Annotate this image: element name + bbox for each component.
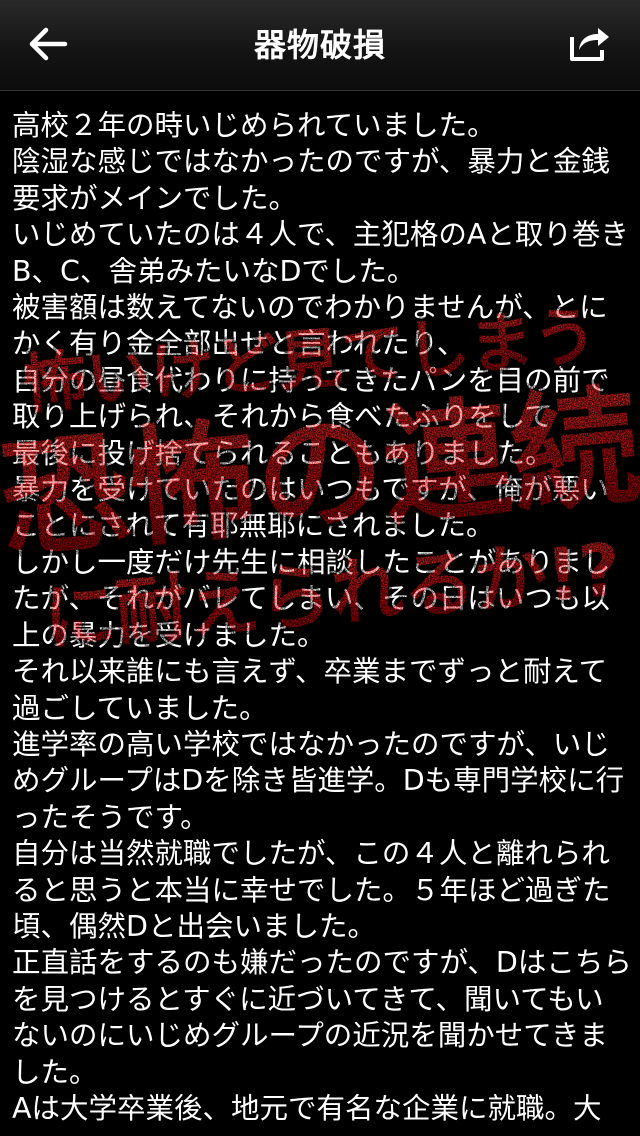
story-paragraph: いじめていたのは４人で、主犯格のAと取り巻きB、C、舎弟みたいなDでした。 (12, 218, 629, 288)
story-paragraph: しかし一度だけ先生に相談したことがありましたが、それがバレてしまい、その日はいつ… (12, 545, 611, 652)
story-paragraph: 暴力を受けていたのはいつもですが、俺が悪いことにされて有耶無耶にされました。 (12, 473, 609, 543)
back-arrow-icon (29, 27, 68, 61)
story-paragraph: それ以来誰にも言えず、卒業までずっと耐えて過ごしていました。 (12, 655, 608, 725)
story-paragraph: 被害額は数えてないのでわかりませんが、とにかく有り金全部出せと言われたり、 (12, 291, 608, 361)
page-title: 器物破損 (253, 26, 386, 64)
back-button[interactable] (22, 20, 74, 68)
story-paragraph: 高校２年の時いじめられていました。 (12, 109, 496, 142)
story-paragraph: 進学率の高い学校ではなかったのですが、いじめグループはDを除き皆進学。Dも専門学… (12, 727, 625, 834)
share-button[interactable] (564, 18, 616, 68)
navigation-bar: 器物破損 (0, 0, 640, 91)
story-paragraph: 最後に投げ捨てられることもありました。 (12, 436, 554, 470)
story-paragraph: 自分は当然就職でしたが、この４人と離れられると思うと本当に幸せでした。５年ほど過… (12, 837, 611, 943)
share-icon (570, 28, 609, 61)
story-paragraph: 自分の昼食代わりに持ってきたパンを目の前で取り上げられ、それから食べたふりをして (12, 363, 610, 434)
story-paragraph: 正直話をするのも嫌だったのですが、Dはこちらを見つけるとすぐに近づいてきて、聞い… (12, 946, 632, 1089)
story-paragraph: Aは大学卒業後、地元で有名な企業に就職。大 (12, 1091, 602, 1125)
story-body: 高校２年の時いじめられていました。 陰湿な感じではなかったのですが、暴力と金銭要… (12, 108, 632, 1136)
story-paragraph: 陰湿な感じではなかったのですが、暴力と金銭要求がメインでした。 (12, 145, 610, 215)
